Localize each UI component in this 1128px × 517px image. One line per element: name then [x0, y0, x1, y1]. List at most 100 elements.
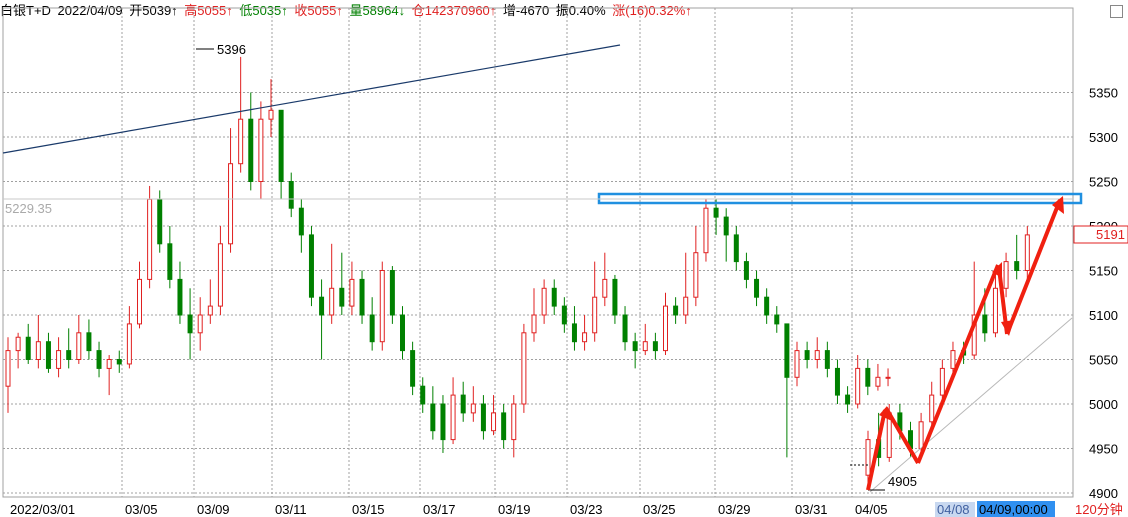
- candle-body: [733, 234, 739, 263]
- y-tick-label: 5100: [1089, 308, 1118, 323]
- candle-body: [420, 385, 426, 405]
- x-tick-label: 03/15: [352, 502, 385, 517]
- candle-body: [389, 270, 395, 316]
- candle-body: [929, 394, 935, 423]
- candle-body: [167, 243, 173, 280]
- candle-body: [511, 403, 517, 441]
- candle-body: [298, 207, 304, 236]
- candle-body: [622, 314, 628, 343]
- candle-body: [177, 278, 183, 316]
- candle-body: [86, 332, 92, 352]
- x-tick-label: 2022/03/01: [10, 502, 75, 517]
- y-tick-label: 4900: [1089, 486, 1118, 501]
- candle-body: [592, 296, 598, 334]
- candle-body: [106, 359, 112, 369]
- candle-body: [918, 421, 924, 449]
- candle-body: [865, 367, 871, 387]
- candle-body: [1014, 261, 1020, 272]
- x-tick-label: 03/09: [197, 502, 230, 517]
- x-tick-label: 03/23: [570, 502, 603, 517]
- candle-body: [329, 287, 335, 316]
- candle-body: [349, 278, 355, 307]
- candle-body: [35, 341, 41, 361]
- candle-body: [834, 367, 840, 396]
- candle-body: [875, 376, 881, 387]
- candle-body: [804, 350, 810, 361]
- candle-body: [5, 350, 11, 387]
- candle-body: [430, 403, 436, 432]
- x-tick-label: 03/29: [718, 502, 751, 517]
- candle-body: [491, 412, 497, 432]
- candle-body: [885, 376, 891, 379]
- candle-body: [551, 287, 557, 307]
- x-tick-label: 03/31: [795, 502, 828, 517]
- x-tick-label: 03/11: [275, 502, 307, 517]
- kline-chart[interactable]: 白银T+D 2022/04/09 开5039↑ 高5055↑ 低5035↑ 收5…: [0, 0, 1128, 517]
- candle-body: [319, 296, 325, 316]
- candle-body: [663, 305, 668, 352]
- candle-body: [982, 314, 988, 334]
- candle-body: [147, 198, 153, 280]
- candle-body: [25, 336, 31, 360]
- plot-frame: [2, 7, 1074, 498]
- y-tick-label: 5150: [1089, 264, 1118, 279]
- candle-body: [642, 341, 648, 352]
- candle-body: [56, 350, 62, 369]
- x-tick-label: 04/05: [855, 502, 888, 517]
- x-tick-label: 03/19: [498, 502, 531, 517]
- candle-body: [278, 109, 284, 182]
- candle-body: [137, 278, 142, 325]
- y-tick-label: 5350: [1089, 86, 1118, 101]
- candle-body: [126, 323, 132, 365]
- candle-body: [794, 350, 800, 378]
- candle-body: [992, 287, 998, 334]
- candle-body: [612, 278, 618, 316]
- candle-body: [1003, 261, 1009, 289]
- candle-body: [339, 287, 345, 307]
- candle-body: [76, 332, 82, 360]
- candle-body: [369, 314, 375, 343]
- chart-svg: 4900495050005050510051505200525053005350…: [2, 7, 1128, 517]
- candle-body: [939, 367, 945, 396]
- candle-body: [743, 261, 749, 280]
- candle-body: [217, 243, 223, 307]
- candle-body: [45, 341, 51, 369]
- candle-body: [723, 216, 729, 236]
- candle-body: [602, 278, 608, 298]
- candle-body: [764, 296, 770, 316]
- candle-body: [288, 181, 294, 209]
- candle-body: [683, 296, 689, 316]
- candle-body: [693, 252, 699, 298]
- candle-body: [470, 403, 476, 414]
- high-annotation: 5396: [217, 42, 246, 57]
- candle-body: [157, 198, 163, 245]
- cursor-date-prev: 04/08: [937, 502, 970, 517]
- candle-body: [501, 412, 507, 441]
- cursor-date-label: 04/09,00:00: [979, 502, 1048, 517]
- candle-body: [652, 341, 658, 352]
- candle-body: [855, 367, 861, 405]
- candle-body: [824, 350, 830, 369]
- candle-body: [359, 278, 365, 316]
- last-price-label: 5191: [1096, 227, 1125, 242]
- candle-body: [521, 332, 527, 405]
- candle-body: [308, 234, 314, 298]
- low-annotation: 4905: [888, 474, 917, 489]
- reference-price-label: 5229.35: [5, 201, 52, 216]
- y-tick-label: 5000: [1089, 397, 1118, 412]
- candle-body: [561, 305, 567, 325]
- candle-body: [400, 314, 405, 352]
- candle-body: [440, 403, 446, 441]
- candle-body: [197, 314, 203, 334]
- candle-body: [450, 394, 456, 441]
- candle-body: [582, 332, 588, 343]
- x-tick-label: 03/17: [423, 502, 456, 517]
- candle-body: [845, 394, 851, 405]
- candle-body: [571, 323, 577, 343]
- candle-body: [774, 314, 780, 325]
- candle-body: [632, 341, 638, 352]
- candle-body: [460, 394, 466, 414]
- candle-body: [15, 336, 21, 352]
- candle-body: [248, 118, 254, 182]
- candle-body: [187, 314, 193, 334]
